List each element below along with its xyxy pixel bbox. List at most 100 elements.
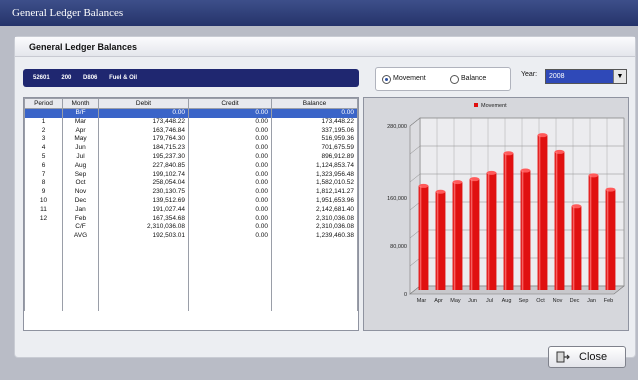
table-row[interactable]: AVG 192,503.01 0.00 1,239,460.38 (24, 232, 358, 241)
table-cell-period: 6 (24, 161, 63, 171)
account-name: Fuel & Oil (109, 75, 138, 81)
table-row[interactable]: C/F 2,310,036.08 0.00 2,310,036.08 (24, 223, 358, 233)
movement-chart: 0 80,000 160,000 280,000 Movement Mar Apr May Ju… (363, 97, 629, 331)
bar-highlight (419, 185, 422, 290)
table-cell-credit: 0.00 (188, 223, 272, 233)
radio-unselected-icon[interactable] (450, 74, 459, 84)
chart-svg: 0 80,000 160,000 280,000 Movement Mar Apr May Ju… (387, 103, 625, 304)
table-cell-credit: 0.00 (188, 144, 272, 153)
x-tick-label: Apr (434, 298, 443, 304)
y-tick-label: 0 (404, 292, 407, 298)
table-body: B/F 0.00 0.00 0.00 1 Mar 173,448.22 0.00 173,448… (24, 108, 358, 312)
table-cell-debit: 195,237.30 (98, 152, 189, 162)
bar-highlight (555, 151, 558, 290)
close-button[interactable]: Close (548, 346, 626, 368)
table-cell-period: 5 (24, 152, 63, 162)
x-tick-label: Aug (502, 298, 512, 304)
table-cell-debit: 163,746.84 (98, 126, 189, 136)
col-header-credit[interactable]: Credit (188, 98, 272, 109)
table-cell-month: Oct (62, 179, 99, 189)
table-cell-balance: 701,675.59 (271, 144, 358, 153)
table-cell-credit: 0.00 (188, 179, 272, 189)
table-cell-period: 10 (24, 196, 63, 206)
table-cell-debit: 139,512.69 (98, 196, 189, 206)
table-cell-month: C/F (62, 223, 99, 233)
table-row[interactable]: 3 May 179,764.30 0.00 516,959.36 (24, 135, 358, 145)
legend-label: Movement (481, 103, 507, 109)
empty-row (24, 302, 358, 312)
table-row[interactable]: B/F 0.00 0.00 0.00 (24, 108, 358, 118)
table-cell-debit: 230,130.75 (98, 188, 189, 197)
bar-highlight (487, 172, 490, 290)
table-row[interactable]: 1 Mar 173,448.22 0.00 173,448.22 (24, 117, 358, 127)
bar-highlight (538, 135, 541, 290)
radio-selected-icon[interactable] (382, 74, 391, 84)
table-cell-debit: 192,503.01 (98, 232, 189, 241)
table-row[interactable]: 4 Jun 184,715.23 0.00 701,675.59 (24, 144, 358, 153)
view-mode-group: Movement Balance (375, 67, 511, 91)
table-cell-balance: 0.00 (271, 108, 358, 118)
x-tick-label: Dec (570, 298, 580, 304)
empty-row (24, 258, 358, 268)
col-header-period[interactable]: Period (24, 98, 63, 109)
table-cell-balance: 2,142,681.40 (271, 205, 358, 215)
year-select[interactable]: 2008 ▼ (545, 69, 627, 84)
table-cell-debit: 184,715.23 (98, 144, 189, 153)
table-cell-balance: 1,951,653.96 (271, 196, 358, 206)
col-header-debit[interactable]: Debit (98, 98, 189, 109)
table-cell-debit: 179,764.30 (98, 135, 189, 145)
balance-label: Balance (461, 75, 487, 82)
table-cell-month: Jun (62, 144, 99, 153)
table-header-row: Period Month Debit Credit Balance (24, 98, 358, 109)
empty-row (24, 267, 358, 277)
x-tick-label: Jun (468, 298, 477, 304)
table-row[interactable]: 2 Apr 163,746.84 0.00 337,195.06 (24, 126, 358, 136)
table-cell-credit: 0.00 (188, 188, 272, 197)
x-tick-label: Sep (519, 298, 529, 304)
x-tick-label: Jul (486, 298, 493, 304)
empty-row (24, 276, 358, 285)
bar-highlight (589, 175, 592, 290)
col-header-balance[interactable]: Balance (271, 98, 358, 109)
table-cell-balance: 1,812,141.27 (271, 188, 358, 197)
table-row[interactable]: 10 Dec 139,512.69 0.00 1,951,653.96 (24, 196, 358, 206)
table-cell-period: 3 (24, 135, 63, 145)
col-header-month[interactable]: Month (62, 98, 99, 109)
account-info-bar: 52601 200 D806 Fuel & Oil (23, 69, 359, 87)
table-row[interactable]: 8 Oct 258,054.04 0.00 1,582,010.52 (24, 179, 358, 189)
table-row[interactable]: 9 Nov 230,130.75 0.00 1,812,141.27 (24, 188, 358, 197)
table-cell-balance: 1,582,010.52 (271, 179, 358, 189)
bar-highlight (572, 206, 575, 290)
empty-row (24, 240, 358, 250)
table-cell-period: 7 (24, 170, 63, 180)
dropdown-arrow-icon[interactable]: ▼ (613, 70, 626, 83)
legend-swatch (474, 103, 478, 107)
table-row[interactable]: 7 Sep 199,102.74 0.00 1,323,956.48 (24, 170, 358, 180)
table-cell-credit: 0.00 (188, 117, 272, 127)
table-cell-credit: 0.00 (188, 108, 272, 118)
table-cell-period (24, 108, 63, 118)
table-cell-credit: 0.00 (188, 205, 272, 215)
table-cell-balance: 1,323,956.48 (271, 170, 358, 180)
empty-row (24, 249, 358, 259)
balance-radio[interactable]: Balance (450, 73, 486, 85)
table-cell-month: Dec (62, 196, 99, 206)
table-cell-month: AVG (62, 232, 99, 241)
bar-highlight (521, 170, 524, 290)
table-cell-balance: 516,959.36 (271, 135, 358, 145)
table-row[interactable]: 11 Jan 191,027.44 0.00 2,142,681.40 (24, 205, 358, 215)
table-row[interactable]: 12 Feb 167,354.68 0.00 2,310,036.08 (24, 214, 358, 224)
x-tick-label: Oct (536, 298, 545, 304)
table-cell-debit: 167,354.68 (98, 214, 189, 224)
x-tick-label: Mar (417, 298, 427, 304)
movement-radio[interactable]: Movement (382, 73, 426, 85)
table-row[interactable]: 5 Jul 195,237.30 0.00 896,912.89 (24, 152, 358, 162)
y-tick-label: 80,000 (390, 244, 407, 250)
account-code: 52601 (33, 75, 50, 81)
table-cell-month: May (62, 135, 99, 145)
y-tick-label: 160,000 (387, 196, 407, 202)
table-cell-debit: 191,027.44 (98, 205, 189, 215)
table-cell-period (24, 232, 63, 241)
ledger-table-container[interactable]: Period Month Debit Credit Balance B/F 0.0… (23, 97, 359, 331)
table-row[interactable]: 6 Aug 227,840.85 0.00 1,124,853.74 (24, 161, 358, 171)
